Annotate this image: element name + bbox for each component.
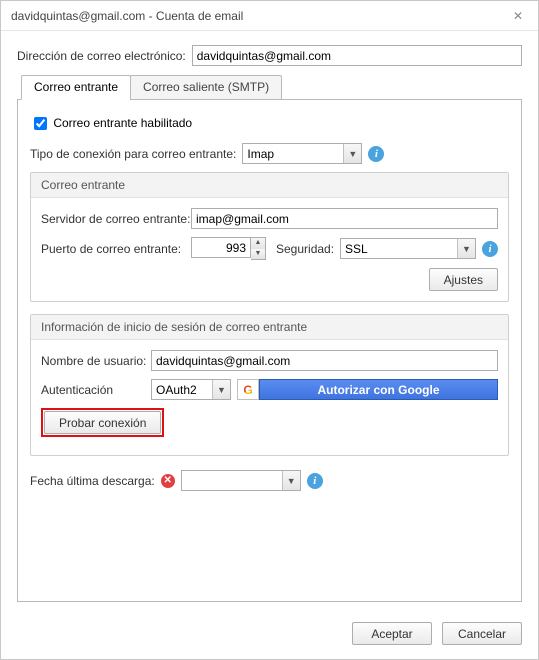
auth-value: OAuth2 bbox=[156, 383, 197, 397]
chevron-down-icon: ▼ bbox=[282, 471, 300, 490]
email-account-dialog: davidquintas@gmail.com - Cuenta de email… bbox=[0, 0, 539, 660]
settings-button[interactable]: Ajustes bbox=[429, 268, 498, 291]
security-select[interactable]: SSL ▼ bbox=[340, 238, 476, 259]
close-icon[interactable]: ✕ bbox=[508, 9, 528, 23]
window-title: davidquintas@gmail.com - Cuenta de email bbox=[11, 9, 508, 23]
info-icon[interactable]: i bbox=[368, 146, 384, 162]
titlebar: davidquintas@gmail.com - Cuenta de email… bbox=[1, 1, 538, 31]
tab-outgoing[interactable]: Correo saliente (SMTP) bbox=[130, 75, 282, 100]
last-download-label: Fecha última descarga: bbox=[30, 474, 155, 488]
incoming-enabled-checkbox[interactable] bbox=[34, 117, 47, 130]
test-connection-highlight: Probar conexión bbox=[41, 408, 164, 437]
chevron-down-icon: ▼ bbox=[457, 239, 475, 258]
connection-type-value: Imap bbox=[247, 147, 274, 161]
login-group-title: Información de inicio de sesión de corre… bbox=[31, 315, 508, 340]
test-connection-button[interactable]: Probar conexión bbox=[44, 411, 161, 434]
auth-select[interactable]: OAuth2 ▼ bbox=[151, 379, 231, 400]
spin-up-icon[interactable]: ▲ bbox=[251, 238, 265, 249]
incoming-server-input[interactable] bbox=[191, 208, 498, 229]
info-icon[interactable]: i bbox=[307, 473, 323, 489]
cancel-button[interactable]: Cancelar bbox=[442, 622, 522, 645]
dialog-footer: Aceptar Cancelar bbox=[1, 612, 538, 659]
incoming-enabled-checkbox-label[interactable]: Correo entrante habilitado bbox=[30, 116, 192, 130]
ok-button[interactable]: Aceptar bbox=[352, 622, 432, 645]
login-group: Información de inicio de sesión de corre… bbox=[30, 314, 509, 456]
email-address-label: Dirección de correo electrónico: bbox=[17, 49, 186, 63]
chevron-down-icon: ▼ bbox=[212, 380, 230, 399]
security-value: SSL bbox=[345, 242, 368, 256]
connection-type-label: Tipo de conexión para correo entrante: bbox=[30, 147, 236, 161]
last-download-select[interactable]: ▼ bbox=[181, 470, 301, 491]
incoming-group-title: Correo entrante bbox=[31, 173, 508, 198]
spin-down-icon[interactable]: ▼ bbox=[251, 249, 265, 260]
incoming-port-input[interactable] bbox=[191, 237, 251, 258]
incoming-enabled-text: Correo entrante habilitado bbox=[53, 116, 192, 130]
incoming-server-label: Servidor de correo entrante: bbox=[41, 212, 191, 226]
email-address-input[interactable] bbox=[192, 45, 522, 66]
username-label: Nombre de usuario: bbox=[41, 354, 151, 368]
username-input[interactable] bbox=[151, 350, 498, 371]
error-icon: ✕ bbox=[161, 474, 175, 488]
incoming-port-spinner[interactable]: ▲ ▼ bbox=[191, 237, 266, 260]
auth-label: Autenticación bbox=[41, 383, 151, 397]
tab-page-incoming: Correo entrante habilitado Tipo de conex… bbox=[17, 99, 522, 602]
incoming-port-label: Puerto de correo entrante: bbox=[41, 242, 191, 256]
authorize-google-button[interactable]: Autorizar con Google bbox=[259, 379, 498, 400]
info-icon[interactable]: i bbox=[482, 241, 498, 257]
tab-incoming[interactable]: Correo entrante bbox=[21, 75, 131, 100]
chevron-down-icon: ▼ bbox=[343, 144, 361, 163]
security-label: Seguridad: bbox=[276, 242, 334, 256]
incoming-group: Correo entrante Servidor de correo entra… bbox=[30, 172, 509, 302]
google-icon: G bbox=[237, 379, 259, 400]
connection-type-select[interactable]: Imap ▼ bbox=[242, 143, 362, 164]
